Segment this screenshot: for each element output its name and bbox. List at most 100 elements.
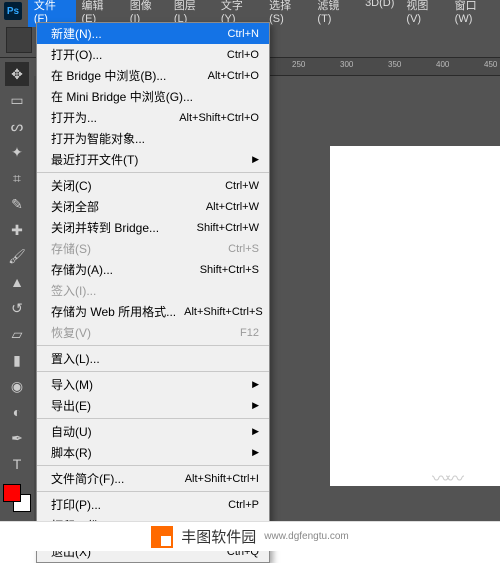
file-menu-item[interactable]: 最近打开文件(T)▶ [37, 149, 269, 170]
menu-item-label: 打印(P)... [51, 496, 220, 513]
app-icon: Ps [4, 2, 22, 20]
file-menu-item: 存储(S) Ctrl+S [37, 238, 269, 259]
menu-item-label: 存储(S) [51, 240, 220, 257]
menu-item-label: 恢复(V) [51, 324, 232, 341]
submenu-arrow-icon: ▶ [252, 447, 259, 458]
file-menu-item[interactable]: 存储为 Web 所用格式...Alt+Shift+Ctrl+S [37, 301, 269, 322]
menu-item-shortcut: Ctrl+N [228, 28, 259, 40]
blur-tool[interactable]: ◉ [5, 374, 29, 398]
menu-separator [37, 172, 269, 173]
file-menu-item[interactable]: 在 Mini Bridge 中浏览(G)... [37, 86, 269, 107]
file-menu-item[interactable]: 导入(M) ▶ [37, 374, 269, 395]
menu-item-label: 打开为智能对象... [51, 130, 259, 147]
menu-item-label: 脚本(R) [51, 444, 248, 461]
watermark-bar: 丰图软件园 www.dgfengtu.com [0, 521, 500, 551]
file-menu-item[interactable]: 存储为(A)... Shift+Ctrl+S [37, 259, 269, 280]
foreground-swatch[interactable] [3, 484, 21, 502]
file-menu-item[interactable]: 文件简介(F)... Alt+Shift+Ctrl+I [37, 468, 269, 489]
dodge-tool[interactable]: ◐ [5, 400, 29, 424]
document-canvas[interactable] [330, 146, 500, 486]
menu-item-label: 最近打开文件(T) [51, 151, 248, 168]
menu-5[interactable]: 选择(S) [263, 0, 311, 27]
app-root: Ps 文件(F)编辑(E)图像(I)图层(L)文字(Y)选择(S)滤镜(T)3D… [0, 0, 500, 551]
menu-item-shortcut: Alt+Shift+Ctrl+O [179, 112, 259, 124]
menu-item-shortcut: Alt+Ctrl+O [208, 70, 259, 82]
menu-separator [37, 491, 269, 492]
menu-9[interactable]: 窗口(W) [449, 0, 500, 27]
menubar: Ps 文件(F)编辑(E)图像(I)图层(L)文字(Y)选择(S)滤镜(T)3D… [0, 0, 500, 22]
menu-8[interactable]: 视图(V) [400, 0, 448, 27]
gradient-tool[interactable]: ▮ [5, 348, 29, 372]
ruler-tick: 250 [292, 60, 305, 69]
file-menu-item[interactable]: 自动(U)▶ [37, 421, 269, 442]
color-swatches[interactable] [3, 484, 31, 512]
menu-6[interactable]: 滤镜(T) [311, 0, 359, 27]
menu-item-shortcut: Ctrl+P [228, 499, 259, 511]
menu-item-shortcut: F12 [240, 327, 259, 339]
ruler-tick: 300 [340, 60, 353, 69]
crop-tool[interactable]: ⌗ [5, 166, 29, 190]
file-menu-item[interactable]: 打开(O)... Ctrl+O [37, 44, 269, 65]
menu-item-shortcut: Ctrl+S [228, 243, 259, 255]
magic-wand-tool[interactable]: ✦ [5, 140, 29, 164]
menu-item-shortcut: Alt+Shift+Ctrl+I [185, 473, 259, 485]
file-menu-item[interactable]: 关闭并转到 Bridge... Shift+Ctrl+W [37, 217, 269, 238]
menu-item-label: 在 Bridge 中浏览(B)... [51, 67, 200, 84]
menu-item-label: 导入(M) [51, 376, 248, 393]
menu-item-shortcut: Shift+Ctrl+W [197, 222, 259, 234]
menu-item-label: 打开为... [51, 109, 171, 126]
tool-panel: ✥▭ᔕ✦⌗✎✚🖌▲↺▱▮◉◐✒T [0, 58, 34, 551]
clone-stamp-tool[interactable]: ▲ [5, 270, 29, 294]
file-menu-item[interactable]: 打印(P)... Ctrl+P [37, 494, 269, 515]
menu-item-shortcut: Shift+Ctrl+S [200, 264, 259, 276]
menu-item-label: 关闭(C) [51, 177, 217, 194]
file-menu-item[interactable]: 打开为智能对象... [37, 128, 269, 149]
file-menu-item[interactable]: 打开为... Alt+Shift+Ctrl+O [37, 107, 269, 128]
eyedropper-tool[interactable]: ✎ [5, 192, 29, 216]
menu-item-label: 关闭全部 [51, 198, 198, 215]
move-tool[interactable]: ✥ [5, 62, 29, 86]
file-menu-item: 恢复(V) F12 [37, 322, 269, 343]
menu-item-label: 签入(I)... [51, 282, 259, 299]
ruler-tick: 450 [484, 60, 497, 69]
tool-preset-picker[interactable] [6, 27, 32, 53]
watermark-url: www.dgfengtu.com [264, 531, 349, 542]
marquee-tool[interactable]: ▭ [5, 88, 29, 112]
menu-separator [37, 465, 269, 466]
menu-item-label: 导出(E) [51, 397, 248, 414]
menu-item-label: 存储为(A)... [51, 261, 192, 278]
ruler-tick: 350 [388, 60, 401, 69]
file-menu-item: 签入(I)... [37, 280, 269, 301]
menu-item-label: 打开(O)... [51, 46, 219, 63]
file-menu-item[interactable]: 置入(L)... [37, 348, 269, 369]
menu-item-label: 置入(L)... [51, 350, 259, 367]
menu-item-label: 新建(N)... [51, 25, 220, 42]
submenu-arrow-icon: ▶ [252, 400, 259, 411]
menu-item-label: 关闭并转到 Bridge... [51, 219, 189, 236]
file-menu-item[interactable]: 关闭全部 Alt+Ctrl+W [37, 196, 269, 217]
menu-separator [37, 371, 269, 372]
menu-item-label: 文件简介(F)... [51, 470, 177, 487]
menu-item-shortcut: Alt+Ctrl+W [206, 201, 259, 213]
lasso-tool[interactable]: ᔕ [5, 114, 29, 138]
watermark-logo-icon [151, 526, 173, 548]
submenu-arrow-icon: ▶ [252, 379, 259, 390]
eraser-tool[interactable]: ▱ [5, 322, 29, 346]
decorative-wave: 〰〰 [432, 465, 460, 491]
menu-item-shortcut: Alt+Shift+Ctrl+S [184, 306, 263, 318]
file-menu-item[interactable]: 导出(E) ▶ [37, 395, 269, 416]
submenu-arrow-icon: ▶ [252, 426, 259, 437]
history-brush-tool[interactable]: ↺ [5, 296, 29, 320]
file-menu-item[interactable]: 新建(N)... Ctrl+N [37, 23, 269, 44]
healing-brush-tool[interactable]: ✚ [5, 218, 29, 242]
menu-separator [37, 418, 269, 419]
type-tool[interactable]: T [5, 452, 29, 476]
file-menu-item[interactable]: 关闭(C)Ctrl+W [37, 175, 269, 196]
file-menu-dropdown: 新建(N)... Ctrl+N 打开(O)... Ctrl+O 在 Bridge 中浏览… [36, 22, 270, 563]
file-menu-item[interactable]: 在 Bridge 中浏览(B)... Alt+Ctrl+O [37, 65, 269, 86]
menu-7[interactable]: 3D(D) [359, 0, 400, 27]
menu-item-shortcut: Ctrl+O [227, 49, 259, 61]
pen-tool[interactable]: ✒ [5, 426, 29, 450]
brush-tool[interactable]: 🖌 [5, 244, 29, 268]
file-menu-item[interactable]: 脚本(R) ▶ [37, 442, 269, 463]
